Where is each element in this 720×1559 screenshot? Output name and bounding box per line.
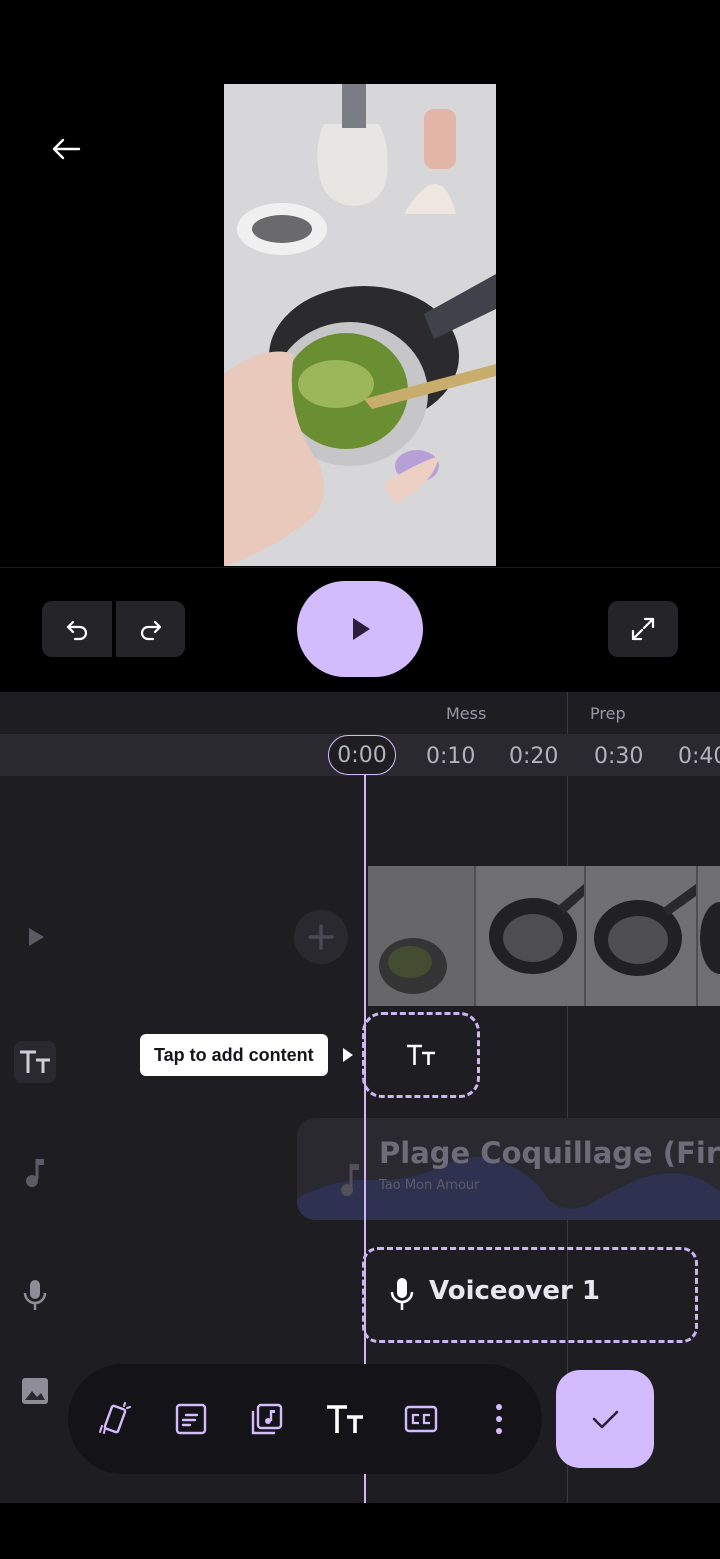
- image-track-label: [14, 1370, 56, 1412]
- done-button[interactable]: [556, 1370, 654, 1468]
- undo-button[interactable]: [42, 601, 112, 657]
- mic-track-icon: [23, 1280, 47, 1310]
- music-artist: Tao Mon Amour: [379, 1178, 480, 1193]
- music-track-label: [14, 1152, 56, 1194]
- current-time-indicator[interactable]: 0:00: [328, 735, 396, 775]
- video-frame: [224, 84, 496, 566]
- text-track-icon: [20, 1050, 50, 1073]
- tooltip-arrow: [343, 1048, 353, 1062]
- add-content-tooltip: Tap to add content: [140, 1034, 328, 1076]
- plus-icon: [308, 924, 334, 950]
- add-text-slot[interactable]: [362, 1012, 480, 1098]
- video-preview-area: [0, 0, 720, 567]
- caption-icon: [175, 1403, 207, 1435]
- music-title: Plage Coquillage (First K: [379, 1136, 720, 1170]
- voiceover-clip[interactable]: Voiceover 1: [362, 1247, 698, 1343]
- mic-icon: [390, 1278, 414, 1310]
- undo-icon: [66, 620, 88, 641]
- section-label-prep[interactable]: Prep: [590, 704, 626, 723]
- more-vert-icon: [496, 1404, 502, 1434]
- check-icon: [592, 1410, 619, 1429]
- music-clip[interactable]: Plage Coquillage (First K Tao Mon Amour: [297, 1118, 720, 1220]
- voiceover-label: Voiceover 1: [429, 1276, 600, 1306]
- ruler-tick: 0:20: [509, 744, 559, 769]
- text-icon: [327, 1405, 363, 1433]
- more-options-button[interactable]: [472, 1392, 526, 1446]
- redo-button[interactable]: [116, 601, 185, 657]
- video-clip-thumbnails: [368, 866, 720, 1006]
- back-button[interactable]: [46, 132, 86, 166]
- media-library-button[interactable]: [240, 1392, 294, 1446]
- video-thumbnail-image: [224, 84, 496, 566]
- captions-tool-button[interactable]: [394, 1392, 448, 1446]
- text-track-label: [14, 1041, 56, 1083]
- timeline-panel[interactable]: Mess Prep 0:00 0:10 0:20 0:30 0:40: [0, 692, 720, 1503]
- animation-tool-button[interactable]: [88, 1392, 142, 1446]
- bottom-toolbar: [68, 1364, 542, 1474]
- bottom-system-bar: [0, 1503, 720, 1559]
- fullscreen-button[interactable]: [608, 601, 678, 657]
- caption-tool-button[interactable]: [164, 1392, 218, 1446]
- text-icon: [407, 1044, 435, 1065]
- play-icon: [353, 618, 370, 640]
- ruler-tick: 0:10: [426, 744, 476, 769]
- ruler-tick: 0:30: [594, 744, 644, 769]
- arrow-left-icon: [52, 138, 81, 160]
- image-track-icon: [22, 1378, 48, 1404]
- expand-icon: [631, 617, 655, 641]
- media-library-icon: [251, 1403, 283, 1435]
- video-track-label: [14, 916, 56, 958]
- video-clip-strip[interactable]: [368, 866, 720, 1006]
- voiceover-track-label: [14, 1274, 56, 1316]
- video-track-icon: [29, 928, 44, 946]
- add-clip-button[interactable]: [294, 910, 348, 964]
- music-track-icon: [26, 1159, 44, 1187]
- section-label-mess[interactable]: Mess: [446, 704, 486, 723]
- play-button[interactable]: [297, 581, 423, 677]
- text-tool-button[interactable]: [318, 1392, 372, 1446]
- rotate-icon: [99, 1402, 131, 1434]
- redo-icon: [140, 620, 161, 641]
- closed-captions-icon: [404, 1405, 438, 1433]
- ruler-tick: 0:40: [678, 744, 720, 769]
